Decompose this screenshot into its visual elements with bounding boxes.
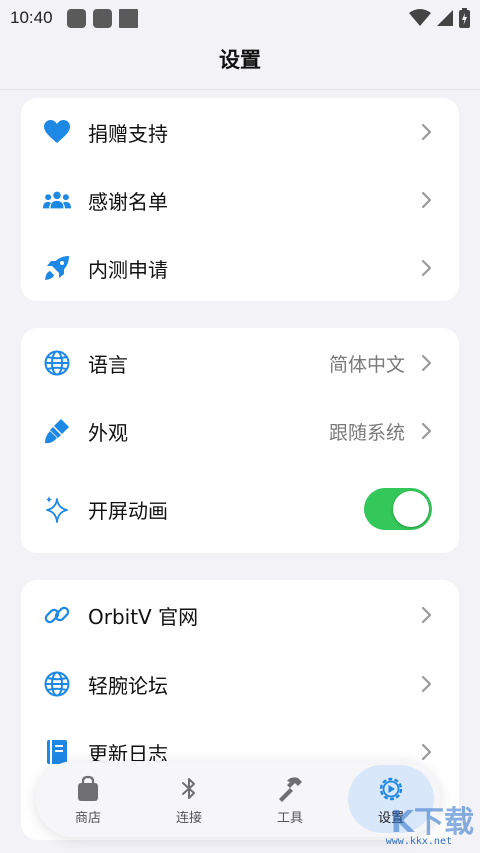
hammer-icon: [279, 777, 302, 802]
signal-icon: [437, 10, 453, 26]
sparkles-icon: [43, 495, 71, 523]
row-label: 内测申请: [88, 257, 168, 282]
chevron-right-icon: [421, 675, 432, 693]
people-icon: [43, 186, 71, 214]
wifi-icon: [409, 9, 431, 26]
globe-icon: [43, 670, 71, 698]
heart-icon: [43, 118, 71, 146]
chevron-right-icon: [421, 606, 432, 624]
rocket-icon: [43, 254, 71, 282]
tab-label: 连接: [175, 811, 202, 826]
battery-icon: [459, 8, 470, 28]
link-icon: [43, 601, 71, 629]
tab-connect[interactable]: 连接: [144, 761, 234, 837]
row-language[interactable]: 语言 简体中文: [21, 331, 459, 395]
settings-card-general: 语言 简体中文 外观 跟随系统 开屏动画: [21, 328, 459, 553]
row-label: 捐赠支持: [88, 121, 168, 146]
chevron-right-icon: [421, 743, 432, 761]
row-label: 轻腕论坛: [88, 673, 168, 698]
watermark-logo: K下载 www.kkx.net: [366, 797, 476, 851]
language-value: 简体中文: [328, 353, 405, 376]
tab-label: 商店: [74, 811, 101, 826]
watermark-brand: K下载: [390, 805, 474, 840]
watermark-url: www.kkx.net: [385, 836, 452, 847]
chevron-right-icon: [421, 191, 432, 209]
row-forum[interactable]: 轻腕论坛: [21, 652, 459, 716]
tab-store[interactable]: 商店: [43, 761, 133, 837]
status-time: 10:40: [10, 8, 53, 27]
bluetooth-icon: [182, 778, 195, 799]
chevron-right-icon: [421, 259, 432, 277]
chevron-right-icon: [421, 422, 432, 440]
row-donate[interactable]: 捐赠支持: [21, 100, 459, 164]
chevron-right-icon: [421, 123, 432, 141]
tab-label: 工具: [276, 811, 303, 826]
row-beta-apply[interactable]: 内测申请: [21, 236, 459, 300]
row-label: 开屏动画: [88, 498, 168, 523]
row-splash-animation: 开屏动画: [21, 477, 459, 541]
paintbrush-icon: [43, 417, 71, 445]
row-label: 外观: [88, 420, 128, 445]
status-bar: 10:40: [0, 0, 480, 36]
row-appearance[interactable]: 外观 跟随系统: [21, 399, 459, 463]
row-label: 感谢名单: [88, 189, 168, 214]
header-divider: [0, 89, 480, 90]
page-title: 设置: [219, 48, 261, 72]
appearance-value: 跟随系统: [328, 421, 405, 444]
row-label: OrbitV 官网: [88, 604, 199, 629]
row-thanks[interactable]: 感谢名单: [21, 168, 459, 232]
tab-tools[interactable]: 工具: [245, 761, 335, 837]
chevron-right-icon: [421, 354, 432, 372]
notification-icon: [118, 8, 138, 28]
globe-icon: [43, 349, 71, 377]
row-official-site[interactable]: OrbitV 官网: [21, 583, 459, 647]
settings-card-support: 捐赠支持 感谢名单 内测申请: [21, 98, 459, 301]
notification-icon: [66, 8, 86, 28]
splash-animation-toggle[interactable]: [364, 488, 432, 530]
bag-icon: [78, 775, 98, 801]
row-label: 语言: [88, 352, 128, 377]
notification-icon: [92, 8, 112, 28]
toggle-knob: [393, 491, 429, 527]
